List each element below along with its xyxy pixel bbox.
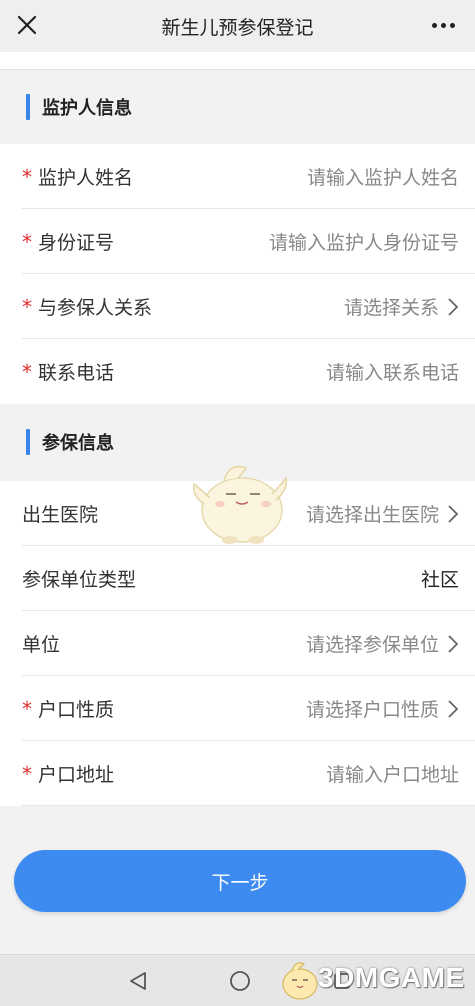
required-mark: * [22,359,32,384]
field-label: * 户口地址 [22,760,114,787]
placeholder-text: 请选择出生医院 [305,504,439,526]
field-label: * 户口性质 [22,695,114,722]
guardian-name-input[interactable]: 请输入监护人姓名 [307,163,459,190]
phone-field[interactable]: * 联系电话 请输入联系电话 [0,339,475,404]
section-title: 参保信息 [42,433,114,454]
row-divider [22,805,475,806]
section-bar [26,94,30,120]
required-mark: * [22,164,32,189]
required-mark: * [22,696,32,721]
hukou-type-field[interactable]: * 户口性质 请选择户口性质 [0,676,475,741]
field-label-text: 与参保人关系 [38,297,153,319]
relationship-field[interactable]: * 与参保人关系 请选择关系 [0,274,475,339]
required-mark: * [22,229,32,254]
required-mark: * [22,761,32,786]
chevron-right-icon [448,504,459,523]
field-label-text: 户口地址 [38,764,115,786]
home-circle-icon[interactable] [226,967,254,995]
page-title: 新生儿预参保登记 [161,16,314,39]
hukou-type-select[interactable]: 请选择户口性质 [306,695,459,722]
field-label: * 身份证号 [22,228,114,255]
top-divider [0,52,475,70]
chevron-right-icon [448,297,459,316]
mascot-watermark-icon [192,465,288,544]
field-label: 参保单位类型 [22,565,136,592]
placeholder-text: 请输入监护人姓名 [306,167,459,189]
hukou-address-input[interactable]: 请输入户口地址 [326,760,459,787]
section-bar [26,429,30,455]
field-label-text: 参保单位类型 [22,569,137,591]
watermark-text: 3DMGAME [318,962,465,993]
back-triangle-icon[interactable] [124,967,152,995]
placeholder-text: 请选择户口性质 [305,699,439,721]
field-value: 社区 [420,569,459,591]
unit-select[interactable]: 请选择参保单位 [306,630,459,657]
close-icon[interactable] [12,10,42,40]
guardian-id-field[interactable]: * 身份证号 请输入监护人身份证号 [0,209,475,274]
unit-field[interactable]: 单位 请选择参保单位 [0,611,475,676]
relationship-select[interactable]: 请选择关系 [344,293,459,320]
placeholder-text: 请选择参保单位 [305,634,439,656]
field-label-text: 监护人姓名 [38,167,134,189]
guardian-id-input[interactable]: 请输入监护人身份证号 [269,228,459,255]
chevron-right-icon [448,699,459,718]
guardian-name-field[interactable]: * 监护人姓名 请输入监护人姓名 [0,144,475,209]
chevron-right-icon [448,634,459,653]
field-label-text: 出生医院 [22,504,99,526]
field-label-text: 联系电话 [38,362,115,384]
birth-hospital-select[interactable]: 请选择出生医院 [306,500,459,527]
unit-type-field[interactable]: 参保单位类型 社区 [0,546,475,611]
field-label: 单位 [22,630,60,657]
placeholder-text: 请输入户口地址 [325,764,459,786]
field-label-text: 户口性质 [38,699,115,721]
required-mark: * [22,294,32,319]
phone-input[interactable]: 请输入联系电话 [326,358,459,385]
unit-type-value[interactable]: 社区 [421,565,459,592]
logo-watermark-icon [282,962,318,1000]
placeholder-text: 请输入监护人身份证号 [268,232,459,254]
section-title: 监护人信息 [42,98,132,119]
section-guardian-header: 监护人信息 [0,70,475,144]
placeholder-text: 请选择关系 [343,297,439,319]
more-icon[interactable] [425,10,461,40]
field-label-text: 身份证号 [38,232,115,254]
field-label: 出生医院 [22,500,98,527]
next-step-button[interactable]: 下一步 [14,850,466,912]
field-label-text: 单位 [22,634,61,656]
placeholder-text: 请输入联系电话 [325,362,459,384]
hukou-address-field[interactable]: * 户口地址 请输入户口地址 [0,741,475,806]
field-label: * 联系电话 [22,358,114,385]
field-label: * 与参保人关系 [22,293,152,320]
field-label: * 监护人姓名 [22,163,133,190]
title-bar: 新生儿预参保登记 [0,0,475,52]
